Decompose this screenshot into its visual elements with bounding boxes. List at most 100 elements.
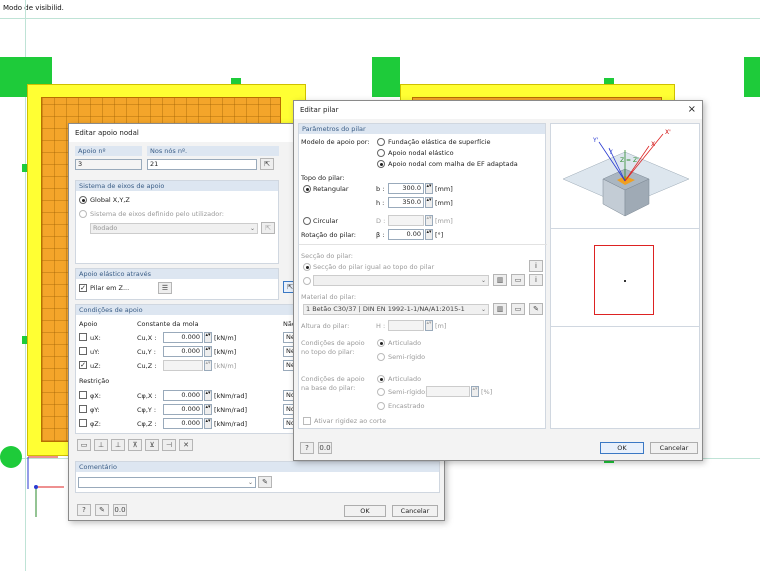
- phiy-checkbox[interactable]: [79, 405, 87, 413]
- base-semi-rigid-spinner[interactable]: ▴▾: [471, 386, 479, 397]
- cphiz-input[interactable]: 0.000: [163, 418, 203, 429]
- ok-button[interactable]: OK: [600, 442, 644, 454]
- sliding-support-icon[interactable]: ⊻: [145, 439, 159, 451]
- cuz-spinner[interactable]: ▴▾: [204, 360, 212, 371]
- column-params-section: Parâmetros do pilar Modelo de apoio por:…: [298, 123, 547, 429]
- base-embedded-radio[interactable]: [377, 402, 385, 410]
- section-header: Apoio elástico através: [76, 269, 278, 279]
- base-semi-rigid-radio[interactable]: [377, 388, 385, 396]
- uz-checkbox[interactable]: ✓: [79, 361, 87, 369]
- new-material-icon[interactable]: ▭: [511, 303, 525, 315]
- nodes-field[interactable]: 21: [147, 159, 257, 170]
- b-input[interactable]: 300.0: [388, 183, 424, 194]
- roller-support-icon[interactable]: ⊥: [111, 439, 125, 451]
- cphiy-input[interactable]: 0.000: [163, 404, 203, 415]
- close-icon[interactable]: ×: [688, 104, 696, 115]
- units-icon[interactable]: 0.0: [318, 442, 332, 454]
- cphiz-spinner[interactable]: ▴▾: [204, 418, 212, 429]
- new-section-icon[interactable]: ▭: [511, 274, 525, 286]
- edit-column-icon[interactable]: ☰: [158, 282, 172, 294]
- cuy-spinner[interactable]: ▴▾: [204, 346, 212, 357]
- axes-user-radio[interactable]: [79, 210, 87, 218]
- column-checkbox[interactable]: ✓: [79, 284, 87, 292]
- uy-checkbox[interactable]: [79, 347, 87, 355]
- edit-icon[interactable]: ✎: [95, 504, 109, 516]
- h-spinner[interactable]: ▴▾: [425, 197, 433, 208]
- section-select[interactable]: ⌄: [313, 275, 489, 286]
- restriction-label: Restrição: [79, 377, 110, 385]
- axes-global-radio[interactable]: [79, 196, 87, 204]
- height-spinner[interactable]: ▴▾: [425, 320, 433, 331]
- top-articulated-radio[interactable]: [377, 339, 385, 347]
- column-checkbox-label: Pilar em Z...: [90, 284, 130, 292]
- base-articulated-radio[interactable]: [377, 375, 385, 383]
- cux-spinner[interactable]: ▴▾: [204, 332, 212, 343]
- chevron-down-icon: ⌄: [247, 479, 253, 486]
- top-label: Topo do pilar:: [301, 174, 345, 182]
- free-support-icon[interactable]: ▭: [77, 439, 91, 451]
- material-select[interactable]: 1 Betão C30/37 | DIN EN 1992-1-1/NA/A1:2…: [303, 304, 489, 315]
- axis-x-label: X: [651, 141, 655, 148]
- reset-support-icon[interactable]: ✕: [179, 439, 193, 451]
- cuy-label: Cu,Y :: [137, 348, 156, 356]
- model-nodal-radio[interactable]: [377, 149, 385, 157]
- axis-z-label: Z = Z': [620, 157, 639, 164]
- h-input[interactable]: 350.0: [388, 197, 424, 208]
- rect-label: Retangular: [313, 185, 349, 193]
- select-value: Rodado: [93, 224, 118, 232]
- ux-checkbox[interactable]: [79, 333, 87, 341]
- pick-node-icon[interactable]: ⇱: [260, 158, 274, 170]
- b-unit: [mm]: [435, 185, 453, 193]
- units-icon[interactable]: 0.0: [113, 504, 127, 516]
- cux-input[interactable]: 0.000: [163, 332, 203, 343]
- fixed-support-icon[interactable]: ⊼: [128, 439, 142, 451]
- beta-input[interactable]: 0.00: [388, 229, 424, 240]
- cuy-unit: [kN/m]: [214, 348, 237, 356]
- support-block: [744, 57, 760, 97]
- edit-comment-icon[interactable]: ✎: [258, 476, 272, 488]
- help-icon[interactable]: ?: [300, 442, 314, 454]
- cancel-button[interactable]: Cancelar: [650, 442, 698, 454]
- library-icon[interactable]: ▥: [493, 303, 507, 315]
- beta-spinner[interactable]: ▴▾: [425, 229, 433, 240]
- section-same-label: Secção do pilar igual ao topo do pilar: [313, 263, 435, 271]
- cphiz-unit: [kNm/rad]: [214, 420, 248, 428]
- phix-checkbox[interactable]: [79, 391, 87, 399]
- d-input[interactable]: [388, 215, 424, 226]
- circ-label: Circular: [313, 217, 339, 225]
- hinged-support-icon[interactable]: ⊥: [94, 439, 108, 451]
- info-icon[interactable]: i: [529, 260, 543, 272]
- height-input[interactable]: [388, 320, 424, 331]
- column-3d-preview: X' Y' X Y Z = Z': [562, 129, 690, 217]
- circ-radio[interactable]: [303, 217, 311, 225]
- base-semi-rigid-input[interactable]: [426, 386, 470, 397]
- shear-rigidity-checkbox[interactable]: [303, 417, 311, 425]
- edit-material-icon[interactable]: ✎: [529, 303, 543, 315]
- cancel-button[interactable]: Cancelar: [392, 505, 438, 517]
- library-icon[interactable]: ▥: [493, 274, 507, 286]
- nodes-label: Nos nós nº.: [147, 146, 279, 156]
- ok-button[interactable]: OK: [344, 505, 386, 517]
- info-icon[interactable]: i: [529, 274, 543, 286]
- model-surface-radio[interactable]: [377, 138, 385, 146]
- phiz-checkbox[interactable]: [79, 419, 87, 427]
- rect-radio[interactable]: [303, 185, 311, 193]
- cphix-input[interactable]: 0.000: [163, 390, 203, 401]
- help-icon[interactable]: ?: [77, 504, 91, 516]
- cphix-spinner[interactable]: ▴▾: [204, 390, 212, 401]
- spring-support-icon[interactable]: ⊣: [162, 439, 176, 451]
- b-spinner[interactable]: ▴▾: [425, 183, 433, 194]
- edit-axes-icon[interactable]: ⇱: [261, 222, 275, 234]
- section-same-radio[interactable]: [303, 263, 311, 271]
- comment-field[interactable]: ⌄: [78, 477, 256, 488]
- support-no-field[interactable]: 3: [75, 159, 142, 170]
- model-fe-mesh-radio[interactable]: [377, 160, 385, 168]
- section-header: Comentário: [76, 462, 439, 472]
- top-semi-rigid-radio[interactable]: [377, 353, 385, 361]
- cphiy-spinner[interactable]: ▴▾: [204, 404, 212, 415]
- d-spinner[interactable]: ▴▾: [425, 215, 433, 226]
- axes-user-select[interactable]: Rodado ⌄: [90, 223, 258, 234]
- section-other-radio[interactable]: [303, 277, 311, 285]
- cuy-input[interactable]: 0.000: [163, 346, 203, 357]
- cuz-input[interactable]: [163, 360, 203, 371]
